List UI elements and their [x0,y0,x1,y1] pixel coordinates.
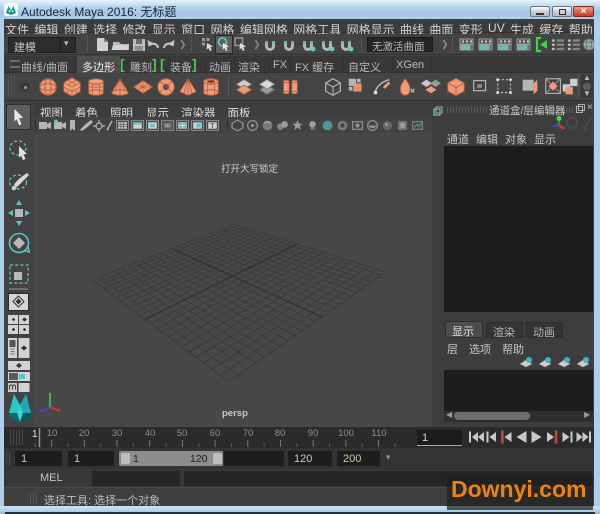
svg-text:T: T [210,123,214,130]
